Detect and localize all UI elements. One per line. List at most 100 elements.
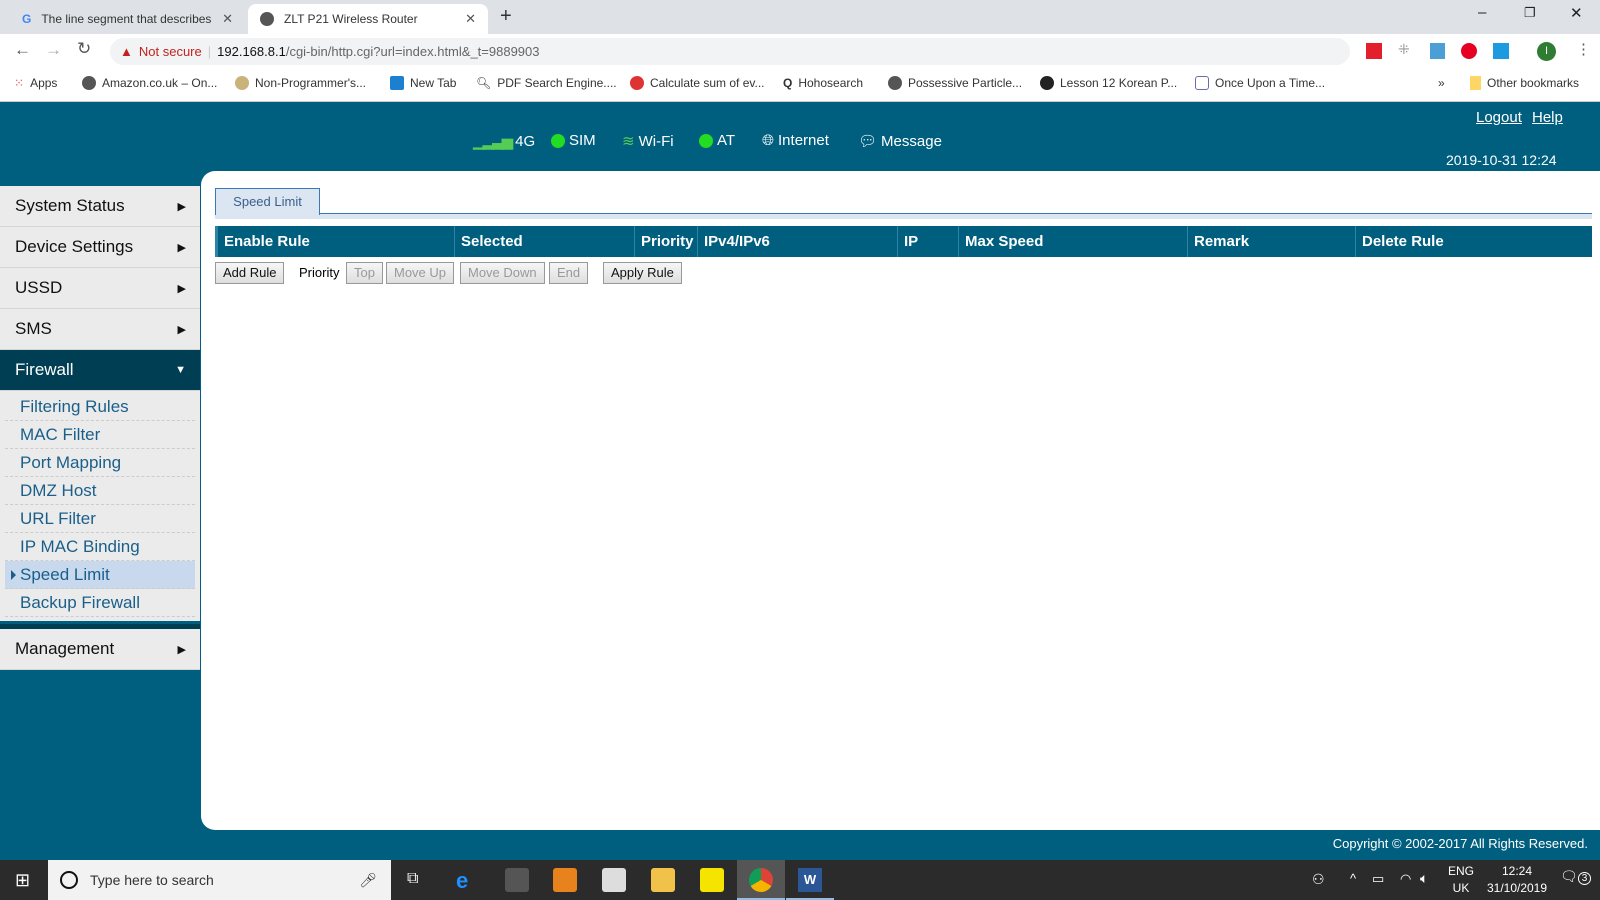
submenu-mac-filter[interactable]: MAC Filter — [5, 421, 195, 449]
column-header: Remark — [1188, 226, 1356, 257]
bookmark[interactable]: Calculate sum of ev... — [630, 76, 765, 90]
word-taskbar-button[interactable]: W — [786, 860, 834, 900]
reload-button[interactable]: ↻ — [77, 39, 91, 59]
extension-icon[interactable] — [1366, 43, 1382, 59]
mail-icon[interactable] — [602, 868, 626, 892]
signal-status: ▁▂▃▅ 4G — [473, 132, 536, 151]
battery-icon[interactable]: ▭ — [1372, 871, 1384, 887]
message-status[interactable]: 💬︎ Message — [858, 132, 942, 151]
bookmarks-bar: ⁙ Apps Amazon.co.uk – On... Non-Programme… — [0, 67, 1600, 102]
submenu-speed-limit[interactable]: Speed Limit — [5, 561, 195, 589]
folder-icon — [1470, 76, 1481, 90]
menu-sms[interactable]: SMS ▶ — [0, 309, 200, 350]
menu-management[interactable]: Management ▶ — [0, 629, 200, 670]
bookmark[interactable]: 🔍︎ PDF Search Engine.... — [476, 76, 617, 90]
menu-device-settings[interactable]: Device Settings ▶ — [0, 227, 200, 268]
task-view-icon[interactable]: ⧉ — [407, 870, 418, 888]
extension-icon[interactable] — [1430, 43, 1445, 59]
firewall-submenu: Filtering Rules MAC Filter Port Mapping … — [0, 391, 200, 621]
people-icon[interactable]: ⚇ — [1312, 871, 1325, 888]
sticky-notes-icon[interactable] — [700, 868, 724, 892]
media-player-icon[interactable] — [553, 868, 577, 892]
bookmark[interactable]: Q Hohosearch — [783, 76, 863, 90]
minimize-button[interactable]: – — [1478, 4, 1486, 21]
search-icon: 🔍︎ — [476, 76, 492, 90]
omnibox[interactable]: ▲ Not secure | 192.168.8.1/cgi-bin/http.… — [110, 38, 1350, 65]
chevron-up-icon[interactable]: ^ — [1350, 871, 1356, 886]
menu-ussd[interactable]: USSD ▶ — [0, 268, 200, 309]
cortana-icon — [60, 871, 78, 889]
submenu-backup-firewall[interactable]: Backup Firewall — [5, 589, 195, 617]
arrow-right-icon: ▶ — [177, 643, 186, 656]
submenu-url-filter[interactable]: URL Filter — [5, 505, 195, 533]
bookmark[interactable]: Possessive Particle... — [888, 76, 1022, 90]
submenu-port-mapping[interactable]: Port Mapping — [5, 449, 195, 477]
bookmark[interactable]: Amazon.co.uk – On... — [82, 76, 217, 90]
bookmark[interactable]: Non-Programmer's... — [235, 76, 366, 90]
other-bookmarks[interactable]: Other bookmarks — [1470, 76, 1579, 90]
column-header: Delete Rule — [1362, 233, 1444, 250]
clock[interactable]: 12:24 31/10/2019 — [1482, 864, 1552, 895]
arrow-down-icon: ▼ — [175, 364, 186, 376]
menu-icon[interactable]: ⋮ — [1576, 40, 1591, 58]
word-icon: W — [798, 868, 822, 892]
bookmark[interactable]: Once Upon a Time... — [1195, 76, 1325, 90]
profile-avatar[interactable]: I — [1537, 42, 1556, 61]
column-header: Selected — [455, 226, 635, 257]
new-tab-button[interactable]: + — [500, 5, 512, 28]
internet-status[interactable]: 🌐︎ Internet — [762, 132, 829, 149]
signal-bars-icon: ▁▂▃▅ — [473, 133, 513, 150]
back-button[interactable]: ← — [14, 40, 31, 60]
restore-button[interactable]: ❐ — [1524, 5, 1536, 21]
tab-underline — [215, 213, 1592, 219]
sim-status: SIM — [551, 132, 596, 149]
browser-tab-active[interactable]: ZLT P21 Wireless Router ✕ — [248, 4, 488, 34]
column-header: Priority — [635, 226, 698, 257]
column-header: IP — [898, 226, 959, 257]
priority-label: Priority — [299, 265, 340, 280]
move-up-button[interactable]: Move Up — [386, 262, 455, 284]
router-header: ▁▂▃▅ 4G SIM ≋ Wi-Fi AT 🌐︎ Internet 💬︎ Messag… — [0, 102, 1600, 172]
at-status: AT — [699, 132, 735, 149]
globe-icon — [260, 12, 274, 26]
more-bookmarks-button[interactable]: » — [1438, 76, 1445, 90]
taskbar-search[interactable]: Type here to search 🎤︎ — [48, 860, 391, 900]
edge-icon[interactable]: e — [456, 868, 480, 893]
add-rule-button[interactable]: Add Rule — [215, 262, 285, 284]
menu-system-status[interactable]: System Status ▶ — [0, 186, 200, 227]
end-button[interactable]: End — [549, 262, 589, 284]
apply-rule-button[interactable]: Apply Rule — [603, 262, 682, 284]
arrow-right-icon: ▶ — [177, 200, 186, 213]
store-icon[interactable] — [505, 868, 529, 892]
top-button[interactable]: Top — [346, 262, 383, 284]
submenu-dmz-host[interactable]: DMZ Host — [5, 477, 195, 505]
submenu-ip-mac-binding[interactable]: IP MAC Binding — [5, 533, 195, 561]
menu-firewall[interactable]: Firewall ▼ — [0, 350, 200, 391]
sidebar: System Status ▶ Device Settings ▶ USSD ▶ SM… — [0, 186, 200, 670]
windows-start-icon[interactable]: ⊞ — [15, 870, 30, 891]
chrome-taskbar-button[interactable] — [737, 860, 785, 900]
language-indicator[interactable]: ENG UK — [1448, 864, 1474, 895]
forward-button[interactable]: → — [45, 40, 62, 60]
bookmark-apps[interactable]: ⁙ Apps — [14, 76, 57, 90]
close-window-button[interactable]: ✕ — [1570, 4, 1583, 22]
browser-tab-bar: G The line segment that describes t ✕ ZLT … — [0, 0, 1600, 34]
logout-link[interactable]: Logout — [1476, 109, 1522, 126]
help-link[interactable]: Help — [1532, 109, 1563, 126]
close-tab-icon[interactable]: ✕ — [465, 11, 476, 27]
volume-icon[interactable]: 🔈︎ — [1420, 870, 1428, 887]
dropbox-icon[interactable]: ⁜ — [1398, 41, 1410, 58]
close-tab-icon[interactable]: ✕ — [222, 11, 233, 27]
tab-speed-limit[interactable]: Speed Limit — [215, 188, 320, 215]
extension-icon[interactable] — [1493, 43, 1509, 59]
notifications-icon[interactable]: 🗨︎ 3 — [1560, 868, 1592, 885]
browser-tab[interactable]: G The line segment that describes t ✕ — [10, 4, 245, 34]
column-header: Max Speed — [959, 226, 1188, 257]
wifi-icon[interactable]: ◠ — [1400, 871, 1411, 887]
bookmark[interactable]: New Tab — [390, 76, 456, 90]
bookmark[interactable]: Lesson 12 Korean P... — [1040, 76, 1177, 90]
move-down-button[interactable]: Move Down — [460, 262, 545, 284]
submenu-filtering-rules[interactable]: Filtering Rules — [5, 393, 195, 421]
pinterest-icon[interactable] — [1461, 43, 1477, 59]
file-explorer-icon[interactable] — [651, 868, 675, 892]
